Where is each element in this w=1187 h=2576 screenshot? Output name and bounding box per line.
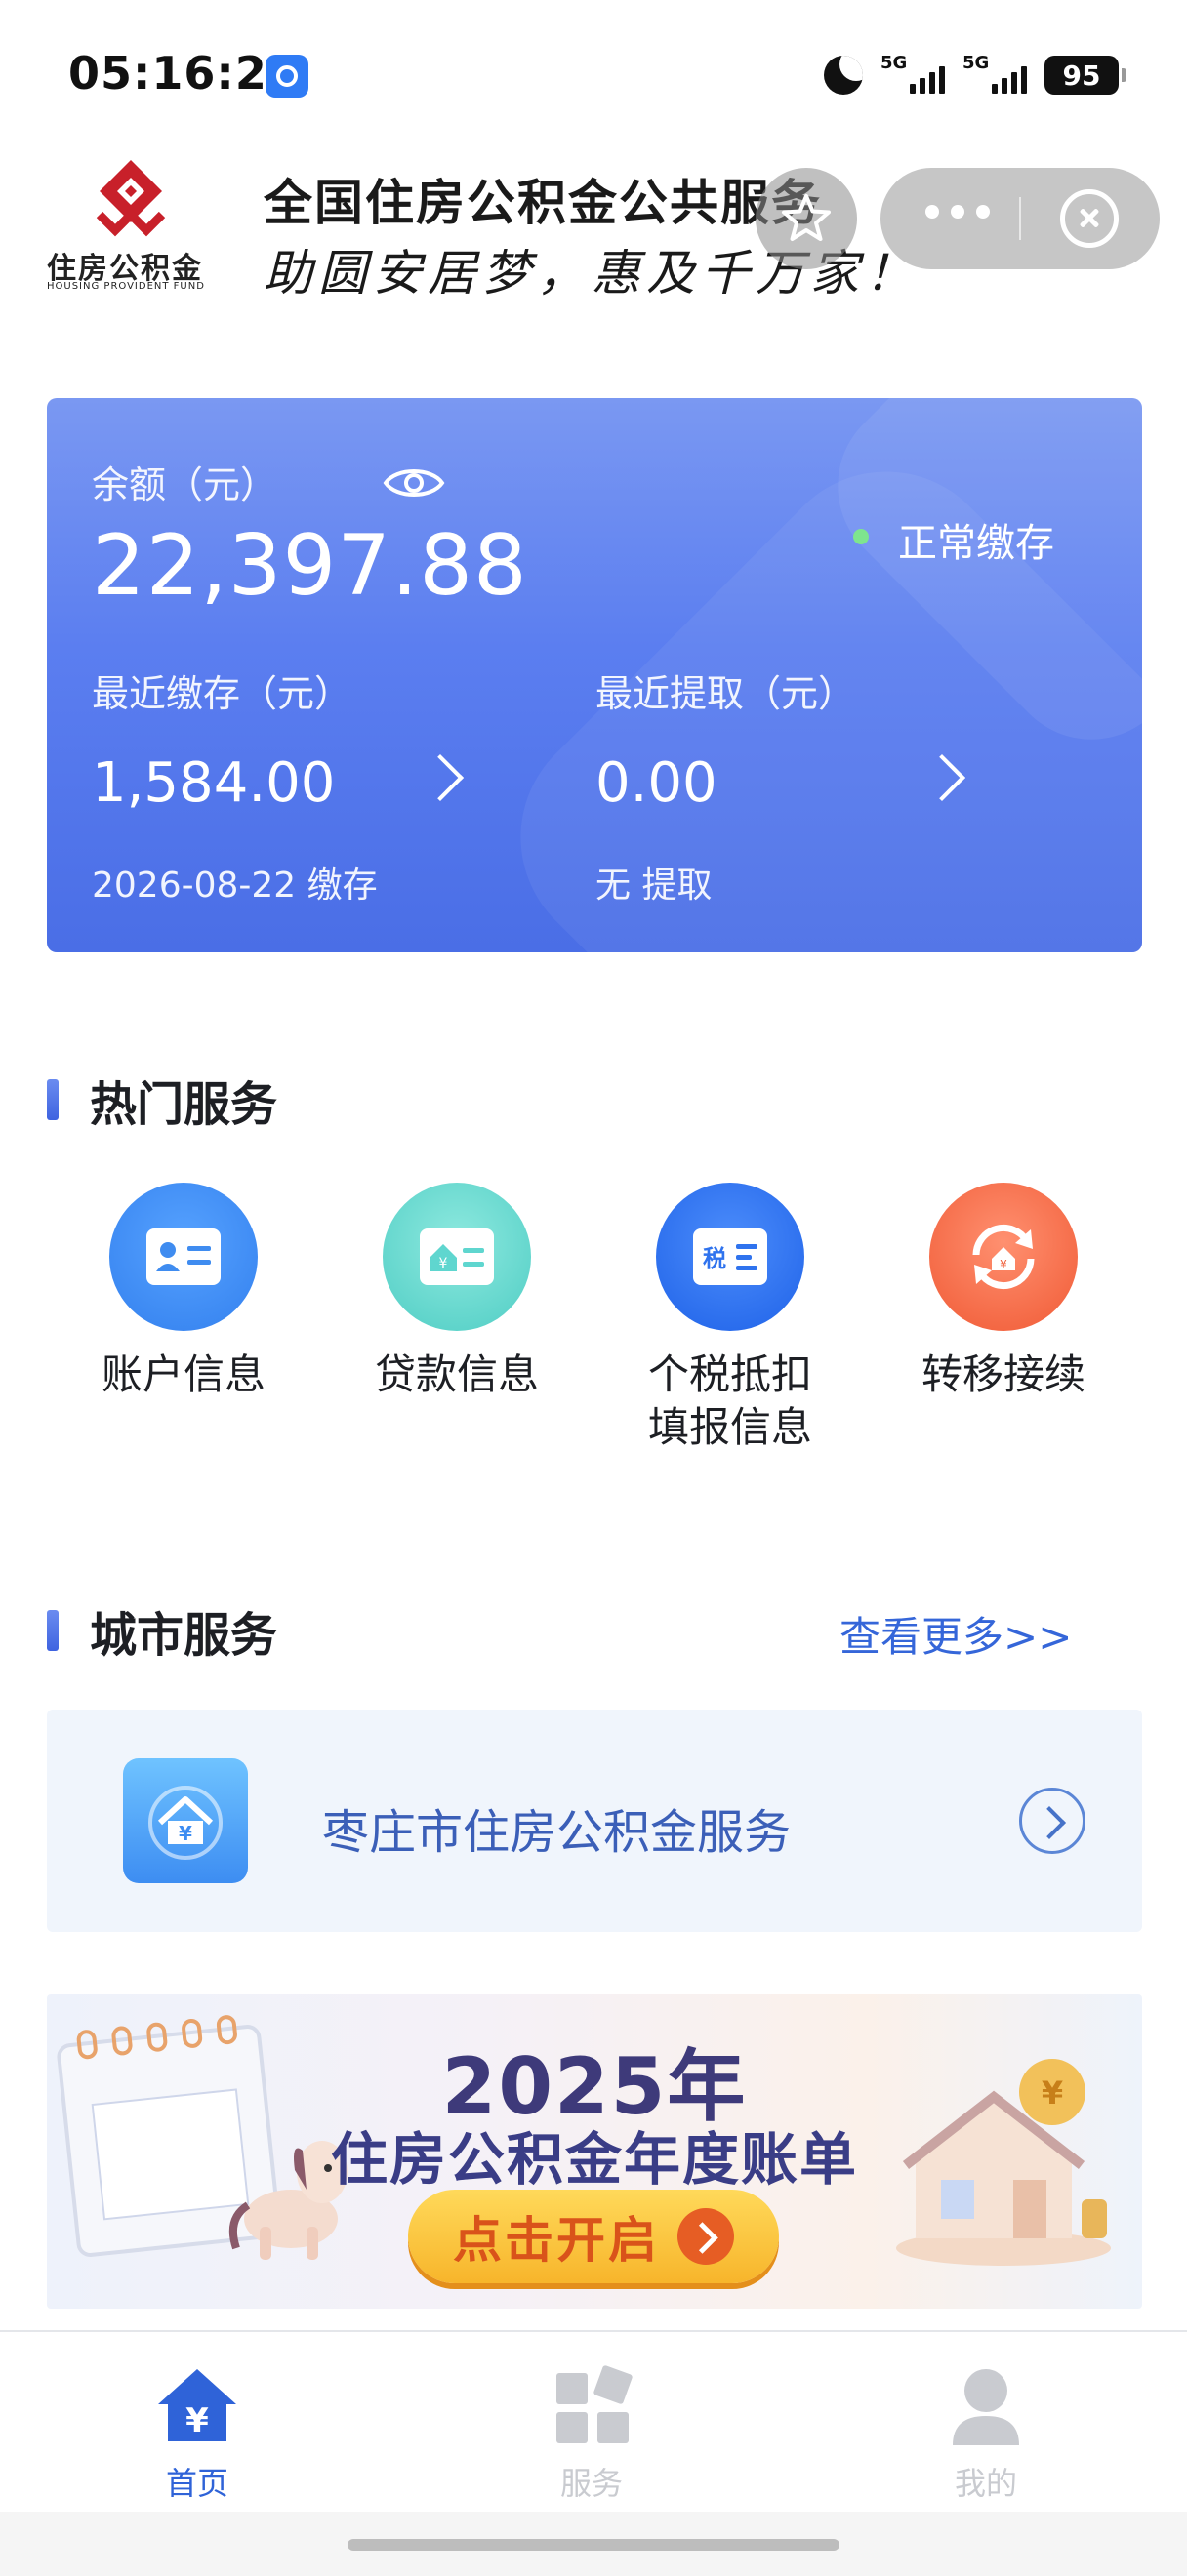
open-bill-button[interactable]: 点击开启 bbox=[408, 2190, 779, 2283]
recent-deposit-label: 最近缴存（元） bbox=[92, 672, 352, 715]
service-tax-deduction[interactable]: 税 个税抵扣 填报信息 bbox=[594, 1183, 867, 1454]
svg-text:¥: ¥ bbox=[1000, 1258, 1007, 1271]
network-type-label-2: 5G bbox=[962, 53, 990, 73]
piggy-house-illustration: ¥ bbox=[896, 2059, 1111, 2266]
section-title: 热门服务 bbox=[90, 1077, 278, 1132]
tab-services[interactable]: 服务 bbox=[494, 2361, 689, 2504]
account-status: 正常缴存 bbox=[898, 521, 1054, 566]
tab-home[interactable]: ¥ 首页 bbox=[100, 2361, 295, 2504]
recent-withdraw-value[interactable]: 0.00 bbox=[595, 751, 717, 815]
recent-withdraw-label: 最近提取（元） bbox=[595, 672, 856, 715]
tab-label: 服务 bbox=[559, 2465, 623, 2502]
annual-bill-banner[interactable]: 2025年 住房公积金年度账单 点击开启 ¥ bbox=[47, 1994, 1142, 2309]
open-bill-label: 点击开启 bbox=[453, 2212, 660, 2269]
service-loan-info[interactable]: ¥ 贷款信息 bbox=[320, 1183, 594, 1401]
city-services-heading: 城市服务 bbox=[47, 1596, 277, 1665]
more-options-icon[interactable] bbox=[925, 205, 990, 219]
section-accent-bar bbox=[47, 1079, 59, 1120]
battery-icon: 95 bbox=[1044, 56, 1126, 95]
svg-text:税: 税 bbox=[703, 1245, 726, 1272]
home-yuan-icon: ¥ bbox=[158, 2369, 236, 2441]
network-type-label: 5G bbox=[880, 53, 908, 73]
hot-services-grid: 账户信息 ¥ 贷款信息 税 个税抵扣 填报信息 ¥ 转移接续 bbox=[47, 1183, 1142, 1475]
service-label: 转移接续 bbox=[921, 1350, 1085, 1398]
svg-text:¥: ¥ bbox=[1042, 2074, 1063, 2112]
favorite-star-button[interactable] bbox=[756, 168, 857, 269]
transfer-icon: ¥ bbox=[929, 1183, 1078, 1331]
status-bar: 05:16:21 5G 5G 95 bbox=[0, 0, 1187, 146]
header-title: 全国住房公积金公共服务 bbox=[264, 174, 822, 231]
service-account-info[interactable]: 账户信息 bbox=[47, 1183, 320, 1401]
app-notification-icon bbox=[266, 55, 308, 98]
city-service-card[interactable]: ¥ 枣庄市住房公积金服务 bbox=[47, 1710, 1142, 1932]
logo-subtext: HOUSING PROVIDENT FUND bbox=[47, 281, 205, 292]
tab-label: 我的 bbox=[954, 2465, 1017, 2502]
service-label: 个税抵扣 填报信息 bbox=[647, 1350, 812, 1451]
user-icon bbox=[953, 2369, 1019, 2445]
recent-deposit-chevron-icon[interactable] bbox=[416, 753, 465, 802]
eye-icon[interactable] bbox=[383, 464, 445, 502]
service-label: 贷款信息 bbox=[374, 1350, 539, 1398]
id-card-icon bbox=[109, 1183, 258, 1331]
signal-5g-icon-2: 5G bbox=[962, 53, 1027, 98]
status-indicators: 5G 5G 95 bbox=[824, 49, 1126, 101]
service-transfer[interactable]: ¥ 转移接续 bbox=[867, 1183, 1140, 1401]
mini-program-capsule bbox=[880, 168, 1160, 269]
svg-text:¥: ¥ bbox=[439, 1256, 448, 1271]
tab-profile[interactable]: 我的 bbox=[888, 2361, 1084, 2504]
tab-label: 首页 bbox=[165, 2465, 228, 2502]
svg-text:¥: ¥ bbox=[185, 2401, 209, 2440]
do-not-disturb-icon bbox=[824, 56, 863, 95]
close-icon[interactable] bbox=[1060, 189, 1119, 248]
capsule-divider bbox=[1019, 197, 1021, 240]
balance-value: 22,397.88 bbox=[92, 517, 528, 615]
star-icon bbox=[782, 194, 831, 241]
hot-services-heading: 热门服务 bbox=[47, 1066, 277, 1134]
signal-5g-icon: 5G bbox=[880, 53, 945, 98]
loan-card-icon: ¥ bbox=[383, 1183, 531, 1331]
tax-icon: 税 bbox=[656, 1183, 804, 1331]
view-more-link[interactable]: 查看更多>> bbox=[839, 1604, 1072, 1664]
grid-icon bbox=[556, 2365, 633, 2443]
home-indicator[interactable] bbox=[348, 2539, 839, 2551]
status-dot bbox=[853, 529, 869, 544]
house-yuan-icon: ¥ bbox=[123, 1758, 248, 1883]
chevron-right-circle-icon[interactable] bbox=[1019, 1788, 1085, 1854]
service-label: 账户信息 bbox=[101, 1350, 266, 1398]
recent-withdraw-note: 无 提取 bbox=[595, 865, 713, 906]
account-summary-card: 余额（元） 22,397.88 正常缴存 最近缴存（元） 1,584.00 20… bbox=[47, 398, 1142, 952]
section-title: 城市服务 bbox=[90, 1608, 278, 1663]
arrow-right-icon bbox=[677, 2208, 734, 2265]
recent-deposit-value[interactable]: 1,584.00 bbox=[92, 751, 335, 815]
svg-text:¥: ¥ bbox=[179, 1822, 192, 1845]
bottom-tab-bar: ¥ 首页 服务 我的 bbox=[0, 2330, 1187, 2512]
recent-deposit-note: 2026-08-22 缴存 bbox=[92, 865, 378, 906]
balance-label: 余额（元） bbox=[92, 463, 278, 506]
provident-fund-logo bbox=[96, 160, 166, 237]
section-accent-bar bbox=[47, 1610, 59, 1651]
city-service-label: 枣庄市住房公积金服务 bbox=[322, 1805, 792, 1860]
app-header: 住房公积金 HOUSING PROVIDENT FUND 全国住房公积金公共服务… bbox=[0, 146, 1187, 322]
